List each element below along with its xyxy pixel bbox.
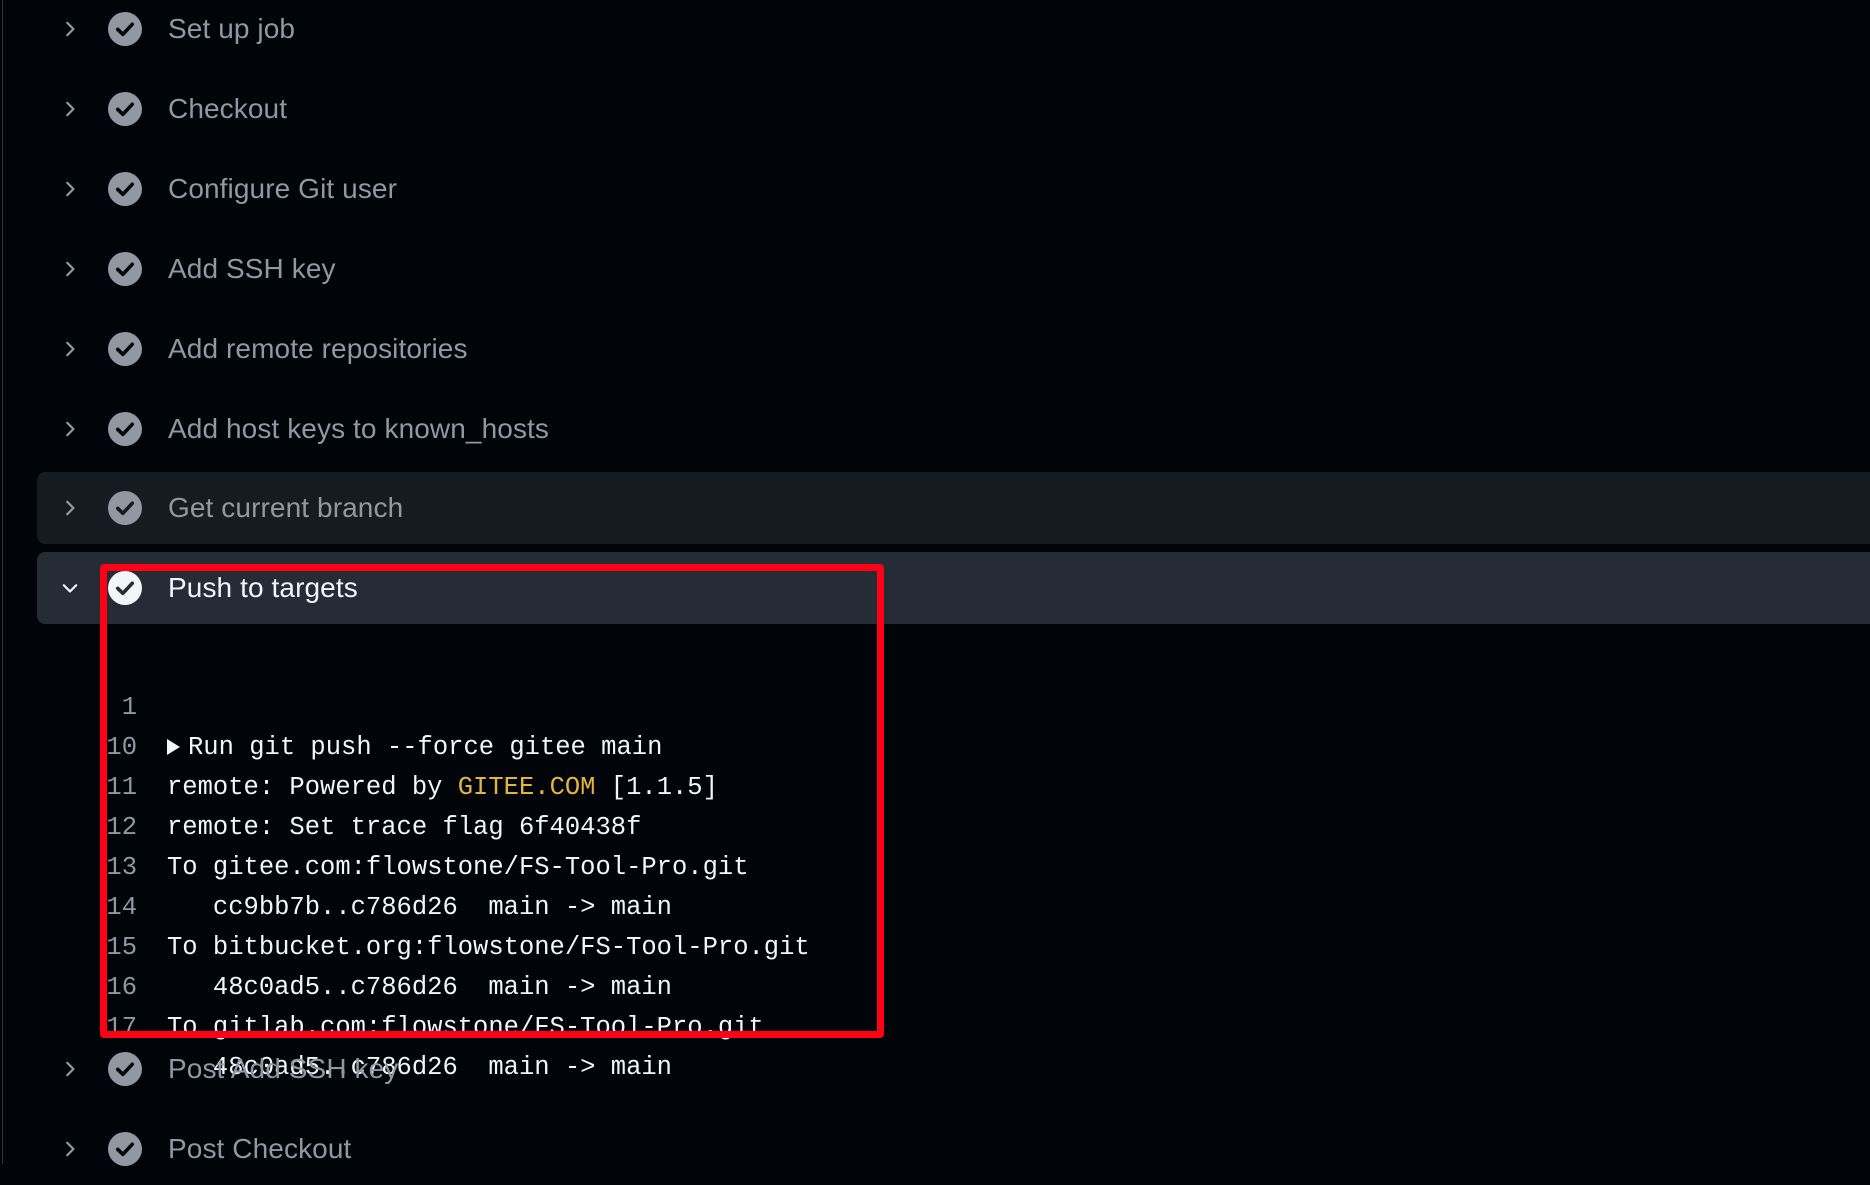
check-circle-icon: [108, 491, 142, 525]
check-circle-icon: [108, 332, 142, 366]
step-label: Add remote repositories: [168, 333, 468, 364]
log-line[interactable]: 1 Run git push --force gitee main: [103, 648, 1103, 762]
log-line[interactable]: 10 remote: Powered by GITEE.COM [1.1.5]: [103, 688, 1103, 802]
step-set-up-job[interactable]: Set up job: [37, 0, 1870, 65]
chevron-right-icon: [59, 258, 81, 280]
check-circle-icon: [108, 172, 142, 206]
check-circle-icon: [108, 1132, 142, 1166]
step-label: Add host keys to known_hosts: [168, 413, 550, 444]
job-steps-panel: Set up job Checkout Configure Git user A…: [2, 0, 1870, 1166]
check-circle-icon: [108, 412, 142, 446]
step-label: Add SSH key: [168, 253, 336, 284]
step-label: Checkout: [168, 93, 288, 124]
chevron-down-icon: [59, 577, 81, 599]
chevron-right-icon: [59, 98, 81, 120]
step-post-checkout[interactable]: Post Checkout: [37, 1113, 1870, 1185]
step-configure-git-user[interactable]: Configure Git user: [37, 153, 1870, 225]
chevron-right-icon: [59, 1138, 81, 1160]
check-circle-icon: [108, 12, 142, 46]
step-label: Post Add SSH key: [168, 1053, 399, 1084]
log-line[interactable]: 15 48c0ad5..c786d26 main -> main: [103, 888, 1103, 1002]
check-circle-icon: [108, 92, 142, 126]
step-get-current-branch[interactable]: Get current branch: [37, 472, 1870, 544]
step-label: Configure Git user: [168, 173, 398, 204]
step-label: Set up job: [168, 13, 296, 44]
step-add-ssh-key[interactable]: Add SSH key: [37, 233, 1870, 305]
check-circle-icon: [108, 1052, 142, 1086]
chevron-right-icon: [59, 178, 81, 200]
chevron-right-icon: [59, 1058, 81, 1080]
log-line[interactable]: 13 cc9bb7b..c786d26 main -> main: [103, 808, 1103, 922]
chevron-right-icon: [59, 418, 81, 440]
step-label: Push to targets: [168, 572, 358, 603]
log-line[interactable]: 16 To gitlab.com:flowstone/FS-Tool-Pro.g…: [103, 928, 1103, 1042]
log-line[interactable]: 12 To gitee.com:flowstone/FS-Tool-Pro.gi…: [103, 768, 1103, 882]
chevron-right-icon: [59, 18, 81, 40]
check-circle-icon: [108, 571, 142, 605]
step-post-add-ssh-key[interactable]: Post Add SSH key: [37, 1033, 1870, 1105]
step-add-remote-repositories[interactable]: Add remote repositories: [37, 313, 1870, 385]
step-label: Post Checkout: [168, 1133, 352, 1164]
log-line[interactable]: 14 To bitbucket.org:flowstone/FS-Tool-Pr…: [103, 848, 1103, 962]
step-log-output: 1 Run git push --force gitee main 10 rem…: [103, 648, 1103, 1082]
log-line[interactable]: 11 remote: Set trace flag 6f40438f: [103, 728, 1103, 842]
step-add-host-keys[interactable]: Add host keys to known_hosts: [37, 393, 1870, 465]
check-circle-icon: [108, 252, 142, 286]
step-label: Get current branch: [168, 492, 404, 523]
step-push-to-targets[interactable]: Push to targets: [37, 552, 1870, 624]
log-line[interactable]: 17 48c0ad5..c786d26 main -> main: [103, 968, 1103, 1082]
chevron-right-icon: [59, 497, 81, 519]
chevron-right-icon: [59, 338, 81, 360]
step-checkout[interactable]: Checkout: [37, 73, 1870, 145]
